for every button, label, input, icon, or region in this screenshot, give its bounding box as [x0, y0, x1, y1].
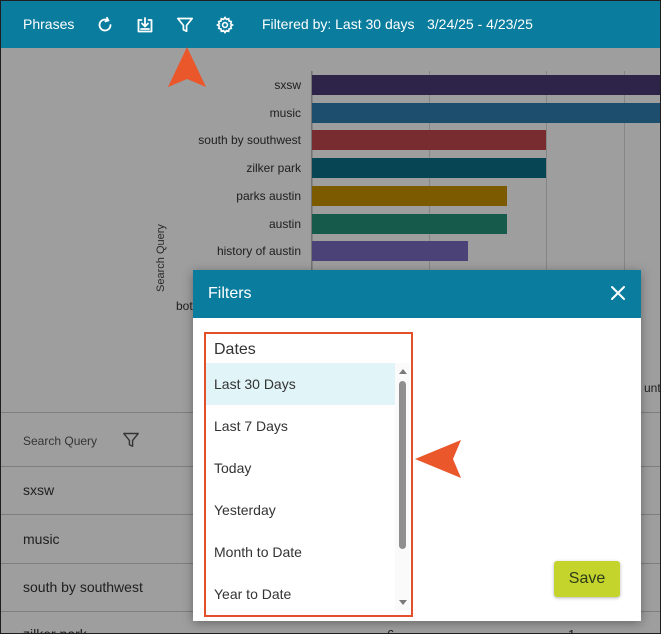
close-icon[interactable]	[609, 284, 627, 302]
header-bar: Phrases Filtered by: Last 30 days 3/24/2…	[1, 1, 660, 48]
filters-dialog: Filters Dates Last 30 Days Last 7 Days T…	[193, 270, 641, 621]
filter-icon[interactable]	[174, 14, 196, 36]
date-option-yesterday[interactable]: Yesterday	[206, 489, 395, 531]
filter-summary: Filtered by: Last 30 days	[262, 16, 415, 32]
gear-icon[interactable]	[214, 14, 236, 36]
date-option-month-to-date[interactable]: Month to Date	[206, 531, 395, 573]
scroll-up-arrow[interactable]	[399, 369, 407, 374]
date-option-last-30-days[interactable]: Last 30 Days	[206, 363, 395, 405]
dialog-header: Filters	[193, 270, 641, 318]
dates-label: Dates	[214, 341, 256, 358]
dialog-title: Filters	[208, 285, 252, 302]
page-title: Phrases	[23, 16, 75, 32]
scroll-down-arrow[interactable]	[399, 600, 407, 605]
date-option-year-to-date[interactable]: Year to Date	[206, 573, 395, 611]
date-option-today[interactable]: Today	[206, 447, 395, 489]
save-button[interactable]: Save	[554, 561, 620, 597]
date-range: 3/24/25 - 4/23/25	[427, 16, 533, 32]
refresh-icon[interactable]	[94, 14, 116, 36]
scrollbar-thumb[interactable]	[399, 381, 406, 549]
filter-value: Last 30 days	[335, 16, 415, 32]
download-icon[interactable]	[134, 14, 156, 36]
dates-listbox[interactable]: Last 30 Days Last 7 Days Today Yesterday…	[206, 363, 410, 611]
filter-prefix: Filtered by:	[262, 16, 332, 32]
scrollbar[interactable]	[395, 363, 410, 611]
date-option-last-7-days[interactable]: Last 7 Days	[206, 405, 395, 447]
app-window: Phrases Filtered by: Last 30 days 3/24/2…	[0, 0, 661, 634]
